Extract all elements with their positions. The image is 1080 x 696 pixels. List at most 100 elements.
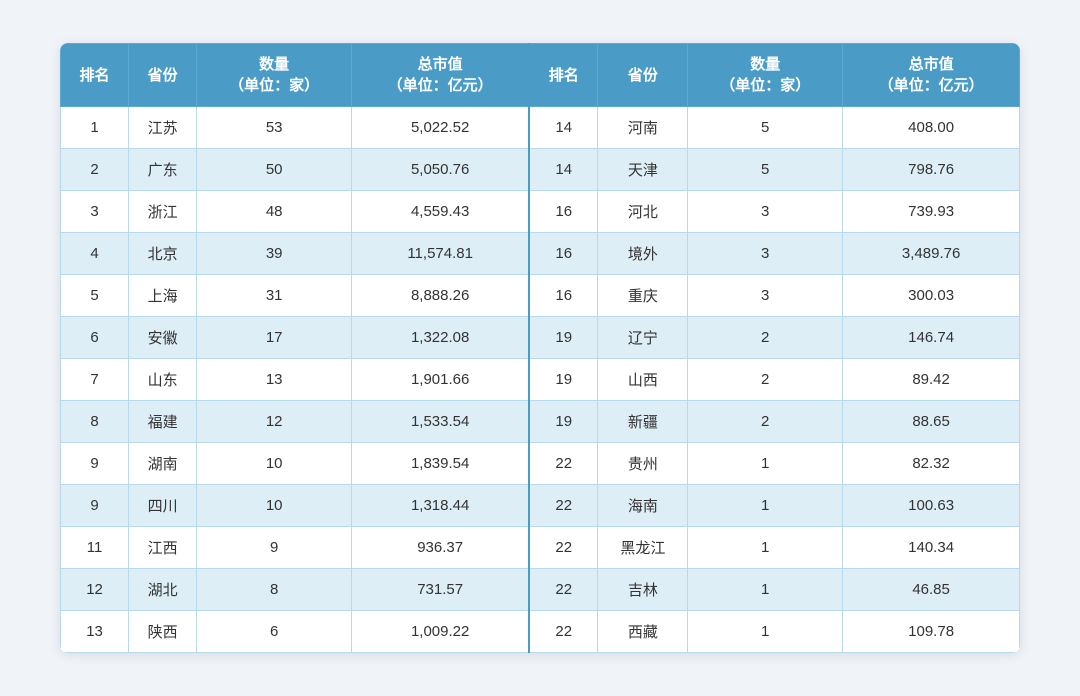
count2-cell: 3 [688, 233, 843, 275]
value2-cell: 408.00 [843, 107, 1020, 149]
count1-cell: 39 [197, 233, 352, 275]
rank1-cell: 8 [61, 401, 129, 443]
rank2-cell: 16 [529, 191, 598, 233]
count2-cell: 1 [688, 569, 843, 611]
table-row: 6 安徽 17 1,322.08 19 辽宁 2 146.74 [61, 317, 1020, 359]
rank1-cell: 7 [61, 359, 129, 401]
count1-cell: 17 [197, 317, 352, 359]
province2-cell: 新疆 [598, 401, 688, 443]
main-table: 排名 省份 数量 （单位：家） 总市值 （单位：亿元） 排名 省份 数量 （单位… [60, 43, 1020, 653]
rank1-cell: 5 [61, 275, 129, 317]
rank1-cell: 3 [61, 191, 129, 233]
value1-cell: 1,839.54 [352, 443, 529, 485]
province2-cell: 黑龙江 [598, 527, 688, 569]
rank1-cell: 9 [61, 485, 129, 527]
table-row: 1 江苏 53 5,022.52 14 河南 5 408.00 [61, 107, 1020, 149]
count1-cell: 50 [197, 149, 352, 191]
count1-cell: 48 [197, 191, 352, 233]
table-row: 9 湖南 10 1,839.54 22 贵州 1 82.32 [61, 443, 1020, 485]
value1-cell: 5,050.76 [352, 149, 529, 191]
value2-cell: 46.85 [843, 569, 1020, 611]
province2-cell: 重庆 [598, 275, 688, 317]
value2-cell: 109.78 [843, 611, 1020, 653]
rank2-cell: 22 [529, 527, 598, 569]
province2-cell: 西藏 [598, 611, 688, 653]
count1-cell: 8 [197, 569, 352, 611]
value2-cell: 146.74 [843, 317, 1020, 359]
rank1-cell: 13 [61, 611, 129, 653]
province1-cell: 广东 [129, 149, 197, 191]
province1-cell: 湖北 [129, 569, 197, 611]
count1-cell: 6 [197, 611, 352, 653]
province1-cell: 上海 [129, 275, 197, 317]
count1-cell: 53 [197, 107, 352, 149]
province1-cell: 四川 [129, 485, 197, 527]
province1-cell: 北京 [129, 233, 197, 275]
count2-cell: 1 [688, 485, 843, 527]
table-row: 3 浙江 48 4,559.43 16 河北 3 739.93 [61, 191, 1020, 233]
header-rank1: 排名 [61, 44, 129, 107]
table-row: 11 江西 9 936.37 22 黑龙江 1 140.34 [61, 527, 1020, 569]
table-row: 4 北京 39 11,574.81 16 境外 3 3,489.76 [61, 233, 1020, 275]
rank2-cell: 14 [529, 149, 598, 191]
rank2-cell: 16 [529, 275, 598, 317]
value1-cell: 8,888.26 [352, 275, 529, 317]
table-row: 5 上海 31 8,888.26 16 重庆 3 300.03 [61, 275, 1020, 317]
value1-cell: 731.57 [352, 569, 529, 611]
rank1-cell: 4 [61, 233, 129, 275]
count1-cell: 10 [197, 485, 352, 527]
province2-cell: 河南 [598, 107, 688, 149]
header-province2: 省份 [598, 44, 688, 107]
value2-cell: 100.63 [843, 485, 1020, 527]
header-count2: 数量 （单位：家） [688, 44, 843, 107]
table-row: 12 湖北 8 731.57 22 吉林 1 46.85 [61, 569, 1020, 611]
count2-cell: 1 [688, 527, 843, 569]
province2-cell: 吉林 [598, 569, 688, 611]
count2-cell: 2 [688, 401, 843, 443]
value1-cell: 1,318.44 [352, 485, 529, 527]
header-count1: 数量 （单位：家） [197, 44, 352, 107]
value1-cell: 5,022.52 [352, 107, 529, 149]
header-value1: 总市值 （单位：亿元） [352, 44, 529, 107]
province2-cell: 山西 [598, 359, 688, 401]
value1-cell: 936.37 [352, 527, 529, 569]
header-rank2: 排名 [529, 44, 598, 107]
value2-cell: 3,489.76 [843, 233, 1020, 275]
province1-cell: 福建 [129, 401, 197, 443]
rank1-cell: 9 [61, 443, 129, 485]
count1-cell: 10 [197, 443, 352, 485]
count2-cell: 1 [688, 611, 843, 653]
count1-cell: 9 [197, 527, 352, 569]
count2-cell: 2 [688, 317, 843, 359]
province1-cell: 浙江 [129, 191, 197, 233]
count2-cell: 2 [688, 359, 843, 401]
rank2-cell: 22 [529, 443, 598, 485]
province1-cell: 湖南 [129, 443, 197, 485]
value2-cell: 798.76 [843, 149, 1020, 191]
header-province1: 省份 [129, 44, 197, 107]
table-row: 2 广东 50 5,050.76 14 天津 5 798.76 [61, 149, 1020, 191]
value2-cell: 140.34 [843, 527, 1020, 569]
rank2-cell: 19 [529, 359, 598, 401]
rank1-cell: 12 [61, 569, 129, 611]
value2-cell: 300.03 [843, 275, 1020, 317]
table-row: 8 福建 12 1,533.54 19 新疆 2 88.65 [61, 401, 1020, 443]
rank1-cell: 11 [61, 527, 129, 569]
rank1-cell: 1 [61, 107, 129, 149]
province2-cell: 河北 [598, 191, 688, 233]
count1-cell: 31 [197, 275, 352, 317]
count2-cell: 3 [688, 275, 843, 317]
table-header-row: 排名 省份 数量 （单位：家） 总市值 （单位：亿元） 排名 省份 数量 （单位… [61, 44, 1020, 107]
province2-cell: 海南 [598, 485, 688, 527]
province1-cell: 陕西 [129, 611, 197, 653]
value2-cell: 89.42 [843, 359, 1020, 401]
count2-cell: 5 [688, 149, 843, 191]
value2-cell: 88.65 [843, 401, 1020, 443]
rank2-cell: 19 [529, 317, 598, 359]
rank1-cell: 2 [61, 149, 129, 191]
value1-cell: 11,574.81 [352, 233, 529, 275]
rank1-cell: 6 [61, 317, 129, 359]
table-row: 7 山东 13 1,901.66 19 山西 2 89.42 [61, 359, 1020, 401]
province1-cell: 江西 [129, 527, 197, 569]
province2-cell: 天津 [598, 149, 688, 191]
